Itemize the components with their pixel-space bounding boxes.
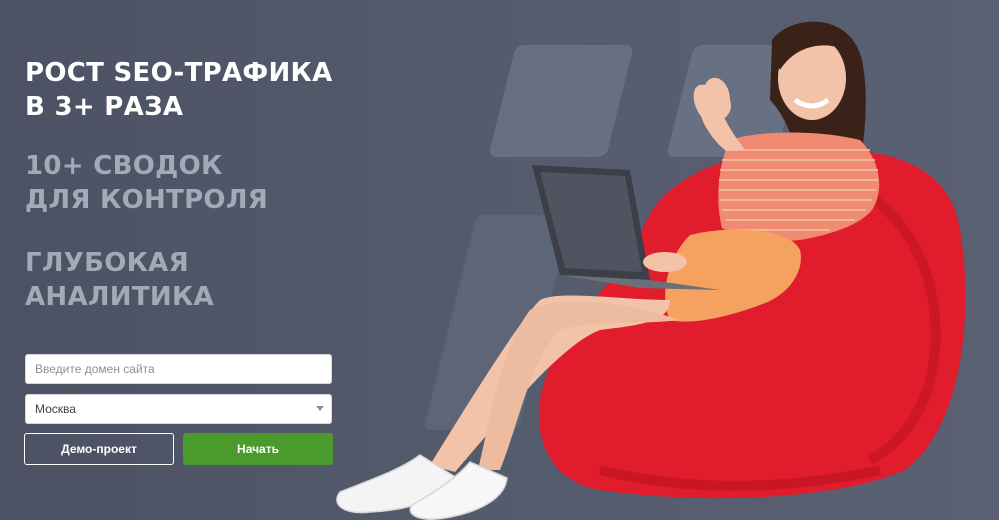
headline-line: АНАЛИТИКА (25, 282, 214, 312)
headline-line: 10+ СВОДОК (25, 151, 223, 181)
city-select[interactable]: Москва (25, 394, 332, 424)
headline-line: РОСТ SEO-ТРАФИКА (25, 58, 333, 88)
hero-illustration (336, 21, 966, 520)
chevron-down-icon (316, 406, 324, 411)
start-button[interactable]: Начать (183, 433, 333, 465)
demo-project-button[interactable]: Демо-проект (24, 433, 174, 465)
headline-line: В 3+ РАЗА (25, 92, 184, 122)
city-select-value[interactable]: Москва (25, 394, 332, 424)
headline-secondary-analytics: ГЛУБОКАЯ АНАЛИТИКА (25, 246, 355, 314)
headline-line: ДЛЯ КОНТРОЛЯ (25, 185, 269, 215)
domain-input[interactable] (25, 354, 332, 384)
headline-secondary-reports: 10+ СВОДОК ДЛЯ КОНТРОЛЯ (25, 149, 355, 217)
headline-primary: РОСТ SEO-ТРАФИКА В 3+ РАЗА (25, 56, 355, 124)
hero-banner: РОСТ SEO-ТРАФИКА В 3+ РАЗА 10+ СВОДОК ДЛ… (0, 0, 999, 520)
headline-line: ГЛУБОКАЯ (25, 248, 189, 278)
